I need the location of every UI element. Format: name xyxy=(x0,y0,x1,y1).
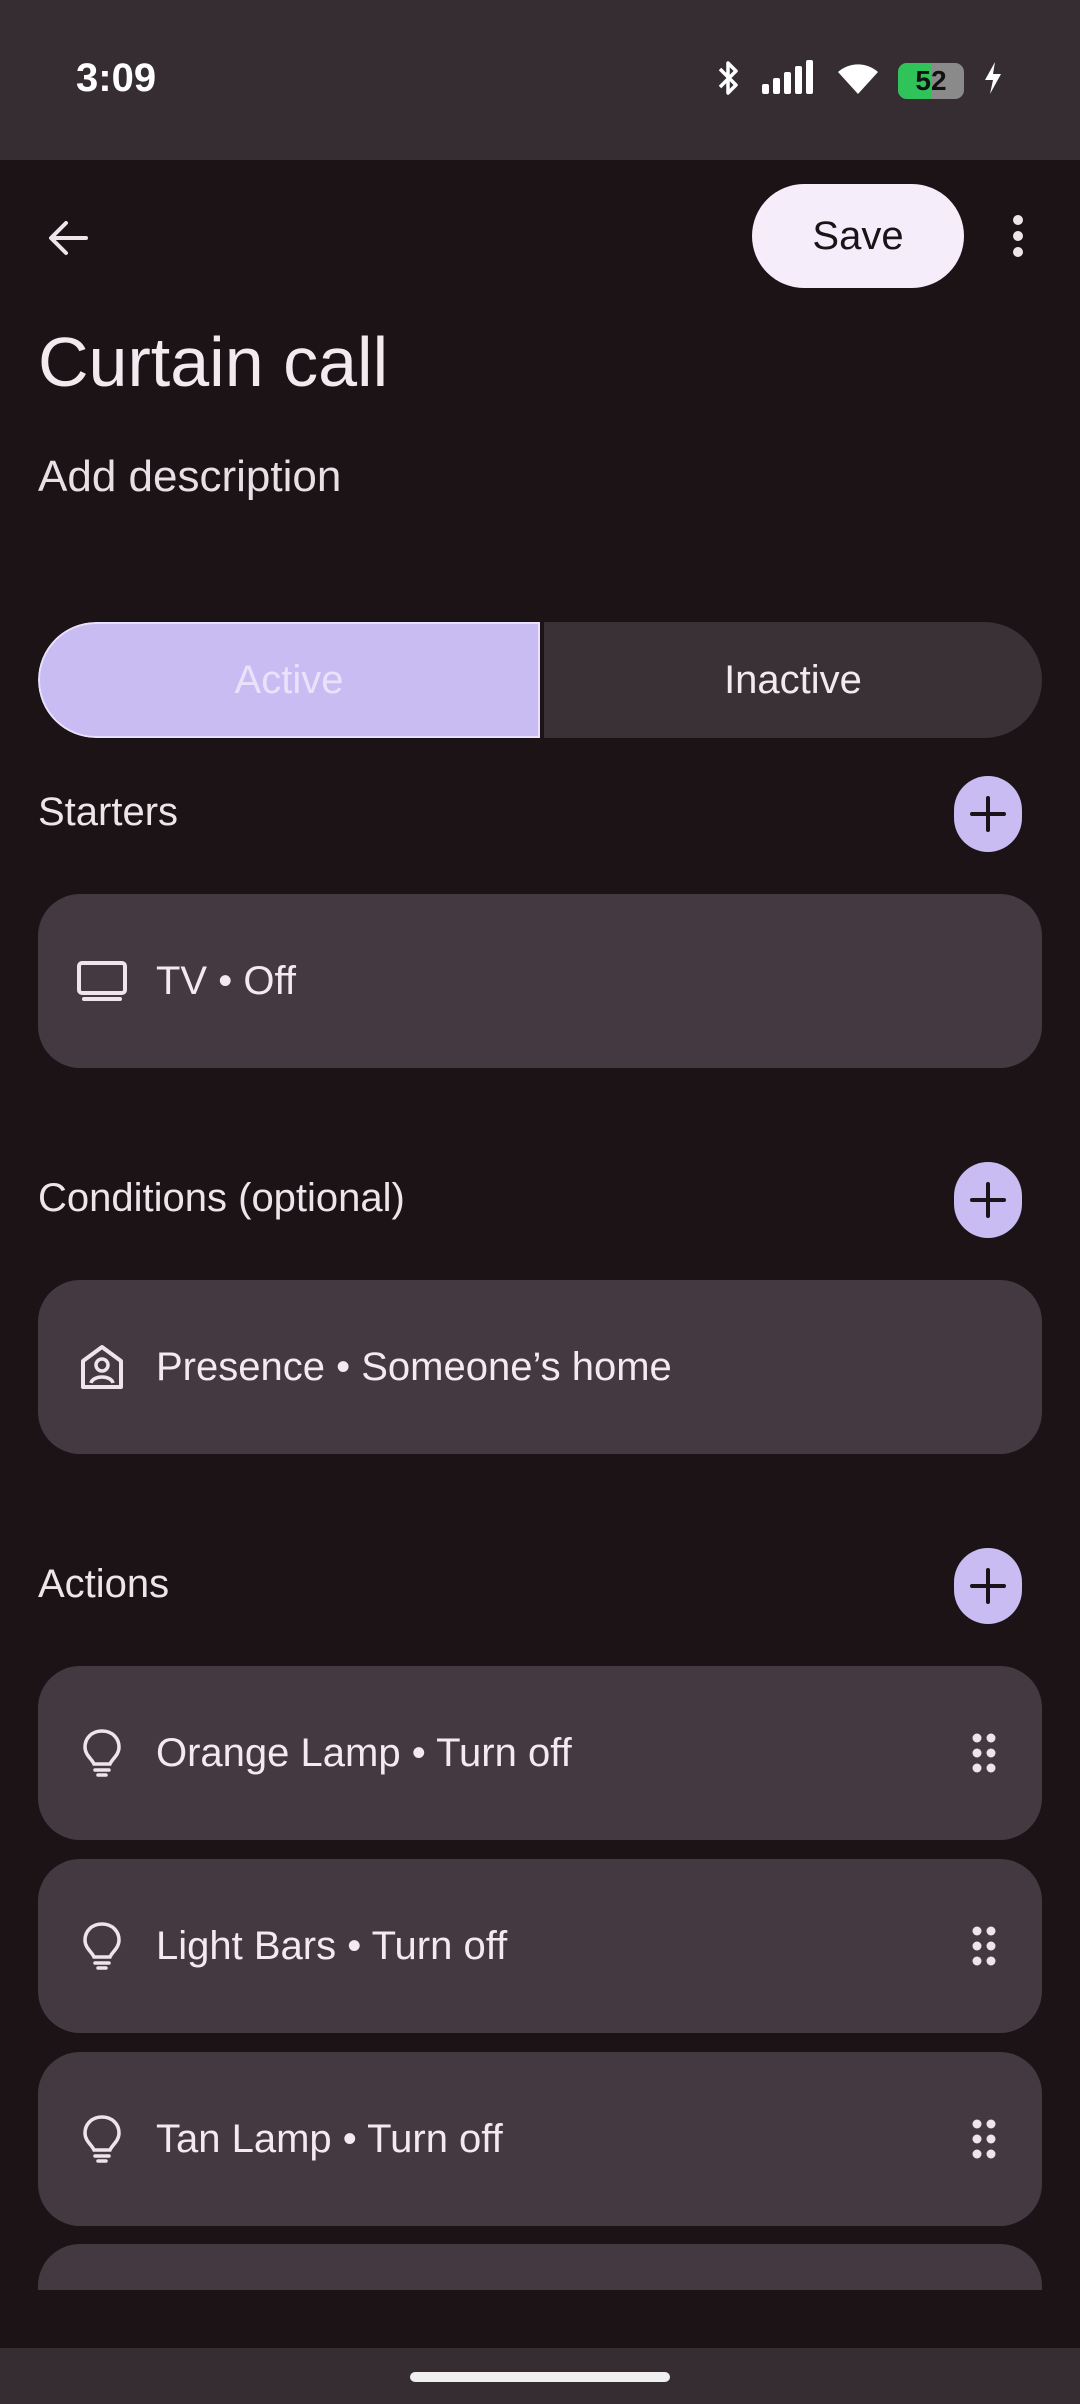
drag-handle-icon[interactable] xyxy=(964,1728,1004,1778)
battery-indicator: 52 xyxy=(898,62,964,99)
starter-label: TV • Off xyxy=(156,958,296,1003)
more-vert-icon xyxy=(1013,215,1023,257)
action-label: Tan Lamp • Turn off xyxy=(156,2116,503,2161)
action-item-partial[interactable] xyxy=(38,2244,1042,2290)
save-button[interactable]: Save xyxy=(752,184,964,288)
lightbulb-icon xyxy=(72,1723,132,1783)
lightbulb-icon xyxy=(72,1916,132,1976)
conditions-heading: Conditions (optional) xyxy=(38,1176,405,1220)
navigation-bar xyxy=(0,2348,1080,2404)
routine-title[interactable]: Curtain call xyxy=(38,322,388,402)
inactive-segment[interactable]: Inactive xyxy=(540,622,1042,738)
drag-handle-icon[interactable] xyxy=(964,2114,1004,2164)
condition-label: Presence • Someone’s home xyxy=(156,1344,672,1389)
bluetooth-icon xyxy=(714,58,742,103)
action-label: Orange Lamp • Turn off xyxy=(156,1730,572,1775)
action-item[interactable]: Light Bars • Turn off xyxy=(38,1859,1042,2033)
add-action-button[interactable] xyxy=(954,1548,1022,1624)
back-button[interactable] xyxy=(40,210,96,266)
signal-icon xyxy=(760,60,818,101)
add-starter-button[interactable] xyxy=(954,776,1022,852)
routine-editor: Save Curtain call Add description Active… xyxy=(0,160,1080,2348)
condition-item[interactable]: Presence • Someone’s home xyxy=(38,1280,1042,1454)
tv-icon xyxy=(72,951,132,1011)
plus-icon xyxy=(970,1182,1006,1218)
actions-heading: Actions xyxy=(38,1562,170,1606)
status-bar: 3:09 52 xyxy=(0,0,1080,160)
plus-icon xyxy=(970,1568,1006,1604)
battery-level: 52 xyxy=(915,64,947,96)
drag-handle-icon[interactable] xyxy=(964,1921,1004,1971)
starters-heading: Starters xyxy=(38,790,179,834)
action-item[interactable]: Tan Lamp • Turn off xyxy=(38,2052,1042,2226)
description-field[interactable]: Add description xyxy=(38,452,341,502)
starter-item[interactable]: TV • Off xyxy=(38,894,1042,1068)
plus-icon xyxy=(970,796,1006,832)
state-toggle: Active Inactive xyxy=(38,622,1042,738)
lightbulb-icon xyxy=(72,2109,132,2169)
presence-home-icon xyxy=(72,1337,132,1397)
status-time: 3:09 xyxy=(76,56,157,100)
status-icons: 52 xyxy=(714,58,1004,103)
home-gesture-handle[interactable] xyxy=(410,2372,670,2382)
more-options-button[interactable] xyxy=(994,204,1042,268)
wifi-icon xyxy=(836,60,880,101)
active-segment[interactable]: Active xyxy=(38,622,540,738)
arrow-back-icon xyxy=(49,221,88,255)
add-condition-button[interactable] xyxy=(954,1162,1022,1238)
charging-icon xyxy=(982,60,1004,101)
action-label: Light Bars • Turn off xyxy=(156,1923,508,1968)
action-item[interactable]: Orange Lamp • Turn off xyxy=(38,1666,1042,1840)
